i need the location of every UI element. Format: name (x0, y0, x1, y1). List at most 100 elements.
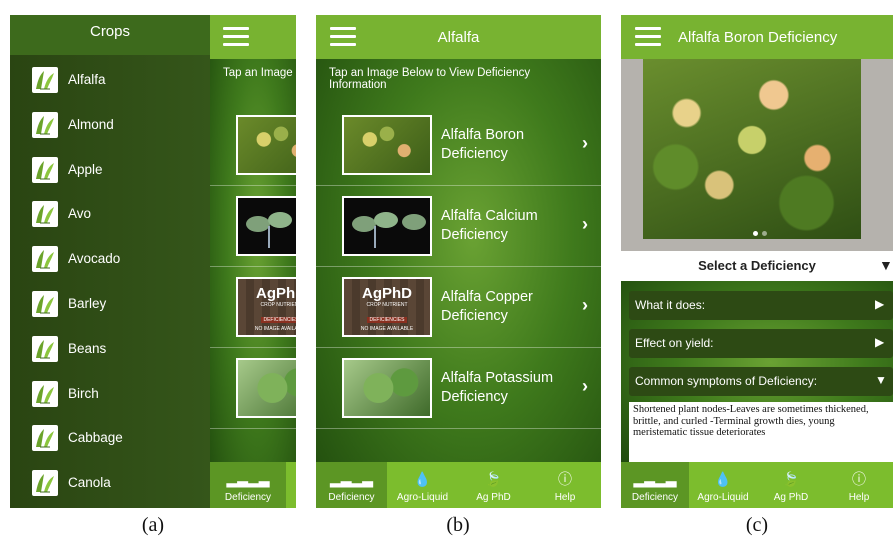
page-title: Alfalfa (437, 29, 480, 46)
crop-plant-icon (32, 246, 58, 273)
caption-c: (c) (745, 514, 769, 536)
tab-bar: ▂▃▂▃ Deficiency 💧 Agro-Liquid 🍃 Ag PhD ⓘ… (316, 462, 601, 508)
crop-item[interactable]: Cabbage (10, 417, 210, 461)
top-bar (210, 15, 296, 59)
agphd-line1: CROP NUTRIENT (366, 302, 408, 308)
droplet-icon: 💧 (286, 468, 296, 490)
crops-menu: Crops Alfalfa Almond Apple Avo Avocado Barley… (10, 15, 210, 508)
deficiency-row[interactable] (210, 186, 296, 267)
hamburger-menu-icon[interactable] (223, 27, 249, 47)
potassium-thumbnail (236, 358, 296, 418)
tab-deficiency[interactable]: ▂▃▂▃ Deficiency (621, 462, 689, 508)
tab-bar: ▂▃▂▃ Deficiency 💧 Agro-Liquid (210, 462, 296, 508)
crop-label: Apple (68, 161, 103, 177)
section-label: Effect on yield: (635, 336, 714, 350)
caption-a: (a) (141, 514, 165, 536)
deficiency-row[interactable] (210, 105, 296, 186)
tab-agro-liquid[interactable]: 💧 Agro-Liquid (387, 462, 458, 508)
crop-item[interactable]: Barley (10, 283, 210, 327)
chevron-right-icon: › (582, 376, 588, 396)
crop-item[interactable]: Avo (10, 193, 210, 237)
deficiency-row-calcium[interactable]: Alfalfa Calcium Deficiency › (316, 186, 601, 267)
section-common-symptoms[interactable]: Common symptoms of Deficiency: ▼ (629, 367, 893, 396)
details-panel: What it does: ▶ Effect on yield: ▶ Commo… (621, 281, 893, 466)
crop-plant-icon (32, 335, 58, 362)
droplet-icon: 💧 (714, 471, 732, 487)
tab-deficiency[interactable]: ▂▃▂▃ Deficiency (316, 462, 387, 508)
hamburger-menu-icon[interactable] (635, 27, 661, 47)
page-dots[interactable] (753, 231, 773, 237)
crop-item[interactable]: Canola (10, 462, 210, 506)
crop-label: Almond (68, 116, 114, 132)
section-what-it-does[interactable]: What it does: ▶ (629, 291, 893, 320)
crop-label: Cabbage (68, 430, 123, 446)
grass-icon: ▂▃▂▃ (329, 471, 374, 487)
crop-item[interactable]: Birch (10, 373, 210, 417)
tab-help[interactable]: ⓘ Help (529, 462, 601, 508)
agphd-thumbnail: AgPhD CROP NUTRIENT DEFICIENCIES NO IMAG… (236, 277, 296, 337)
agphd-line2: DEFICIENCIES (261, 317, 296, 323)
crop-label: Canola (68, 475, 111, 491)
tap-info: Tap an Image Below to View Deficiency In… (329, 67, 531, 91)
tab-agro-liquid[interactable]: 💧 Agro-Liquid (286, 462, 296, 508)
crop-plant-icon (32, 111, 58, 138)
crop-plant-icon (32, 201, 58, 228)
select-deficiency-dropdown[interactable]: Select a Deficiency ▼ (621, 251, 893, 281)
crop-item[interactable]: Beans (10, 328, 210, 372)
boron-thumbnail (342, 115, 432, 175)
symptoms-text: Shortened plant nodes-Leaves are sometim… (629, 402, 893, 466)
deficiency-row[interactable] (210, 348, 296, 429)
potassium-thumbnail (342, 358, 432, 418)
screen-c: Alfalfa Boron Deficiency Select a Defici… (621, 15, 893, 508)
deficiency-row-potassium[interactable]: Alfalfa Potassium Deficiency › (316, 348, 601, 429)
crop-item[interactable]: Avocado (10, 238, 210, 282)
tab-ag-phd[interactable]: 🍃 Ag PhD (458, 462, 529, 508)
row-label: Alfalfa Copper Deficiency (441, 289, 533, 324)
plant-image (643, 59, 861, 239)
agphd-line1: CROP NUTRIENT (260, 302, 296, 308)
agphd-line3: NO IMAGE AVAILABLE (360, 326, 414, 332)
dropdown-arrow-icon: ▼ (879, 257, 893, 273)
tab-agro-liquid[interactable]: 💧 Agro-Liquid (689, 462, 757, 508)
crop-item[interactable]: Alfalfa (10, 59, 210, 103)
crop-plant-icon (32, 291, 58, 317)
calcium-thumbnail (236, 196, 296, 256)
tab-help[interactable]: ⓘ Help (825, 462, 893, 508)
chevron-right-icon: › (582, 295, 588, 315)
boron-thumbnail (236, 115, 296, 175)
section-effect-on-yield[interactable]: Effect on yield: ▶ (629, 329, 893, 358)
crop-item[interactable]: Almond (10, 104, 210, 148)
row-label: Alfalfa Calcium Deficiency (441, 208, 538, 243)
main-panel-partial: Tap an Image Below to View Deficiency In… (210, 15, 296, 508)
chevron-right-icon: › (582, 133, 588, 153)
tab-ag-phd[interactable]: 🍃 Ag PhD (757, 462, 825, 508)
deficiency-photo[interactable] (621, 59, 893, 251)
page-title: Alfalfa Boron Deficiency (678, 29, 838, 46)
crop-label: Alfalfa (68, 72, 106, 87)
deficiency-row[interactable]: AgPhD CROP NUTRIENT DEFICIENCIES NO IMAG… (210, 267, 296, 348)
deficiency-row-boron[interactable]: Alfalfa Boron Deficiency › (316, 105, 601, 186)
section-label: Common symptoms of Deficiency: (635, 374, 818, 388)
seedling-leaf-icon (352, 212, 426, 248)
crop-plant-icon (32, 67, 58, 93)
menu-header: Crops (10, 15, 210, 55)
crop-plant-icon (32, 380, 58, 407)
chevron-right-icon: › (582, 214, 588, 234)
crop-label: Avocado (68, 251, 121, 267)
droplet-icon: 💧 (413, 471, 432, 487)
grass-icon: ▂▃▂▃ (226, 471, 270, 487)
agphd-logo: AgPhD (256, 285, 296, 302)
agphd-logo: AgPhD (362, 285, 412, 302)
tab-bar: ▂▃▂▃ Deficiency 💧 Agro-Liquid 🍃 Ag PhD ⓘ… (621, 462, 893, 508)
crop-item[interactable]: Apple (10, 149, 210, 193)
crop-plant-icon (32, 425, 58, 452)
expand-arrow-icon: ▶ (875, 297, 885, 311)
agphd-thumbnail: AgPhD CROP NUTRIENT DEFICIENCIES NO IMAG… (342, 277, 432, 337)
tap-info: Tap an Image Below to View Deficiency In… (223, 67, 296, 79)
agphd-line3: NO IMAGE AVAILABLE (254, 326, 296, 332)
crop-plant-icon (32, 156, 58, 183)
tab-deficiency[interactable]: ▂▃▂▃ Deficiency (210, 462, 286, 508)
top-bar: Alfalfa Boron Deficiency (621, 15, 893, 59)
expand-arrow-icon: ▶ (875, 335, 885, 349)
deficiency-row-copper[interactable]: AgPhD CROP NUTRIENT DEFICIENCIES NO IMAG… (316, 267, 601, 348)
